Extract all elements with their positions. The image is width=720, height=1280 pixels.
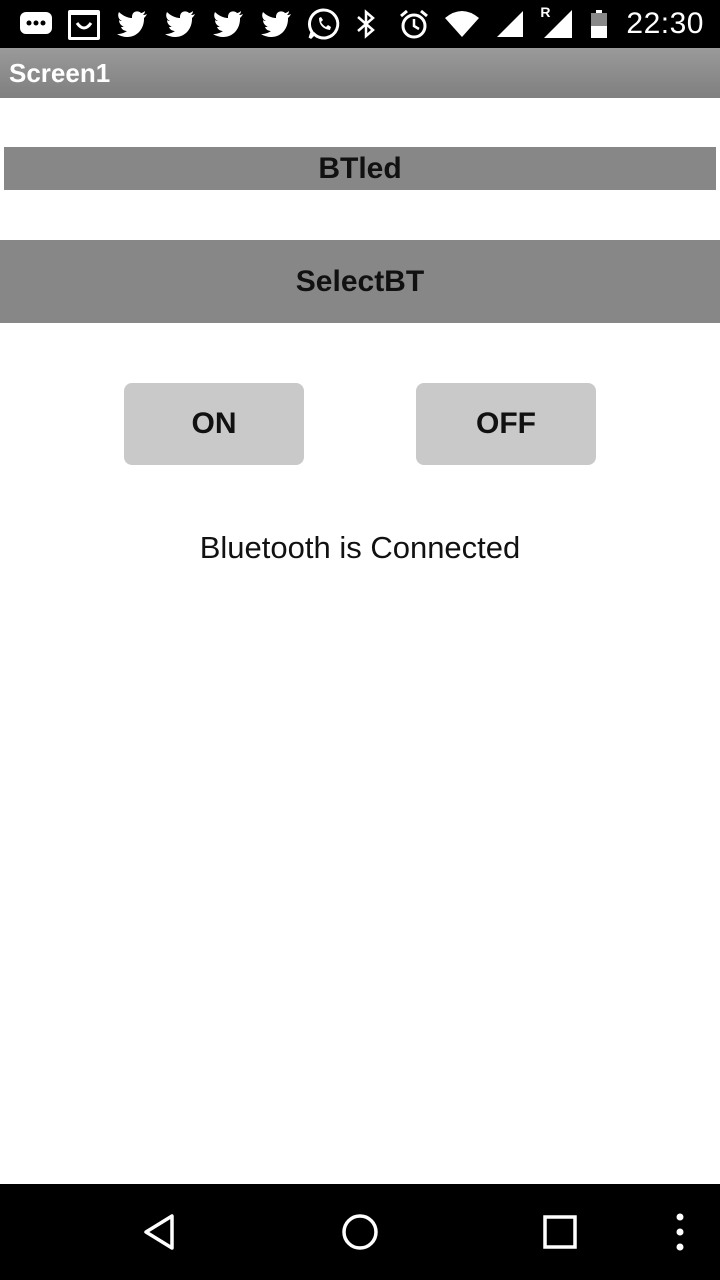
alarm-icon — [396, 6, 432, 42]
recents-icon[interactable] — [536, 1208, 584, 1256]
on-button[interactable]: ON — [124, 383, 304, 465]
roaming-indicator: R — [540, 4, 551, 20]
select-bluetooth-button[interactable]: SelectBT — [0, 240, 720, 323]
twitter-icon — [162, 6, 198, 42]
twitter-icon — [258, 6, 294, 42]
system-status-icons: R 22:30 — [348, 4, 704, 42]
screen-title: Screen1 — [9, 58, 111, 88]
battery-icon — [588, 6, 610, 42]
shopping-bag-icon — [66, 6, 102, 42]
home-icon[interactable] — [336, 1208, 384, 1256]
roaming-signal-icon: R — [540, 4, 576, 42]
twitter-icon — [210, 6, 246, 42]
app-label: BTled — [4, 147, 716, 190]
connection-status: Bluetooth is Connected — [199, 530, 521, 565]
off-button[interactable]: OFF — [416, 383, 596, 465]
cell-signal-icon — [492, 6, 528, 42]
status-bar: R 22:30 — [0, 0, 720, 48]
twitter-icon — [114, 6, 150, 42]
wifi-icon — [444, 6, 480, 42]
back-icon[interactable] — [136, 1208, 184, 1256]
whatsapp-icon — [306, 6, 342, 42]
bluetooth-icon — [348, 6, 384, 42]
navigation-bar — [0, 1184, 720, 1280]
notification-icons — [18, 6, 342, 42]
chat-bubble-icon — [18, 6, 54, 42]
clock: 22:30 — [626, 7, 704, 40]
title-bar: Screen1 — [0, 48, 720, 98]
overflow-menu-icon[interactable] — [656, 1208, 704, 1256]
